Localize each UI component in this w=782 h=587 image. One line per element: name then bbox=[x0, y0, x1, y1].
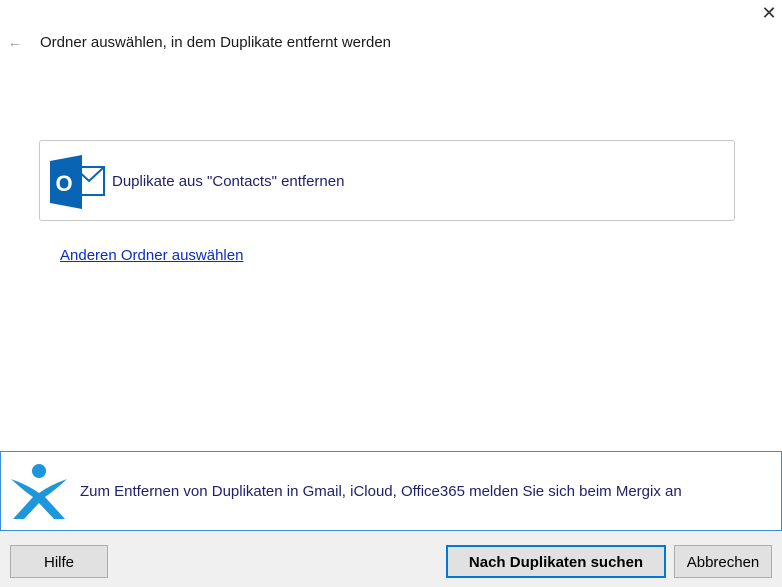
contacts-option-label: Duplikate aus "Contacts" entfernen bbox=[112, 173, 345, 190]
search-duplicates-button[interactable]: Nach Duplikaten suchen bbox=[446, 545, 666, 578]
mergix-logo-icon bbox=[8, 461, 70, 521]
cancel-button[interactable]: Abbrechen bbox=[674, 545, 772, 578]
page-title: Ordner auswählen, in dem Duplikate entfe… bbox=[40, 34, 392, 51]
close-icon[interactable]: ✕ bbox=[758, 2, 780, 24]
back-arrow-icon[interactable]: ← bbox=[6, 34, 24, 52]
mergix-banner-text: Zum Entfernen von Duplikaten in Gmail, i… bbox=[80, 483, 682, 500]
help-button[interactable]: Hilfe bbox=[10, 545, 108, 578]
svg-text:O: O bbox=[55, 171, 72, 196]
outlook-icon: O bbox=[48, 153, 106, 211]
choose-other-folder-link[interactable]: Anderen Ordner auswählen bbox=[60, 247, 243, 264]
